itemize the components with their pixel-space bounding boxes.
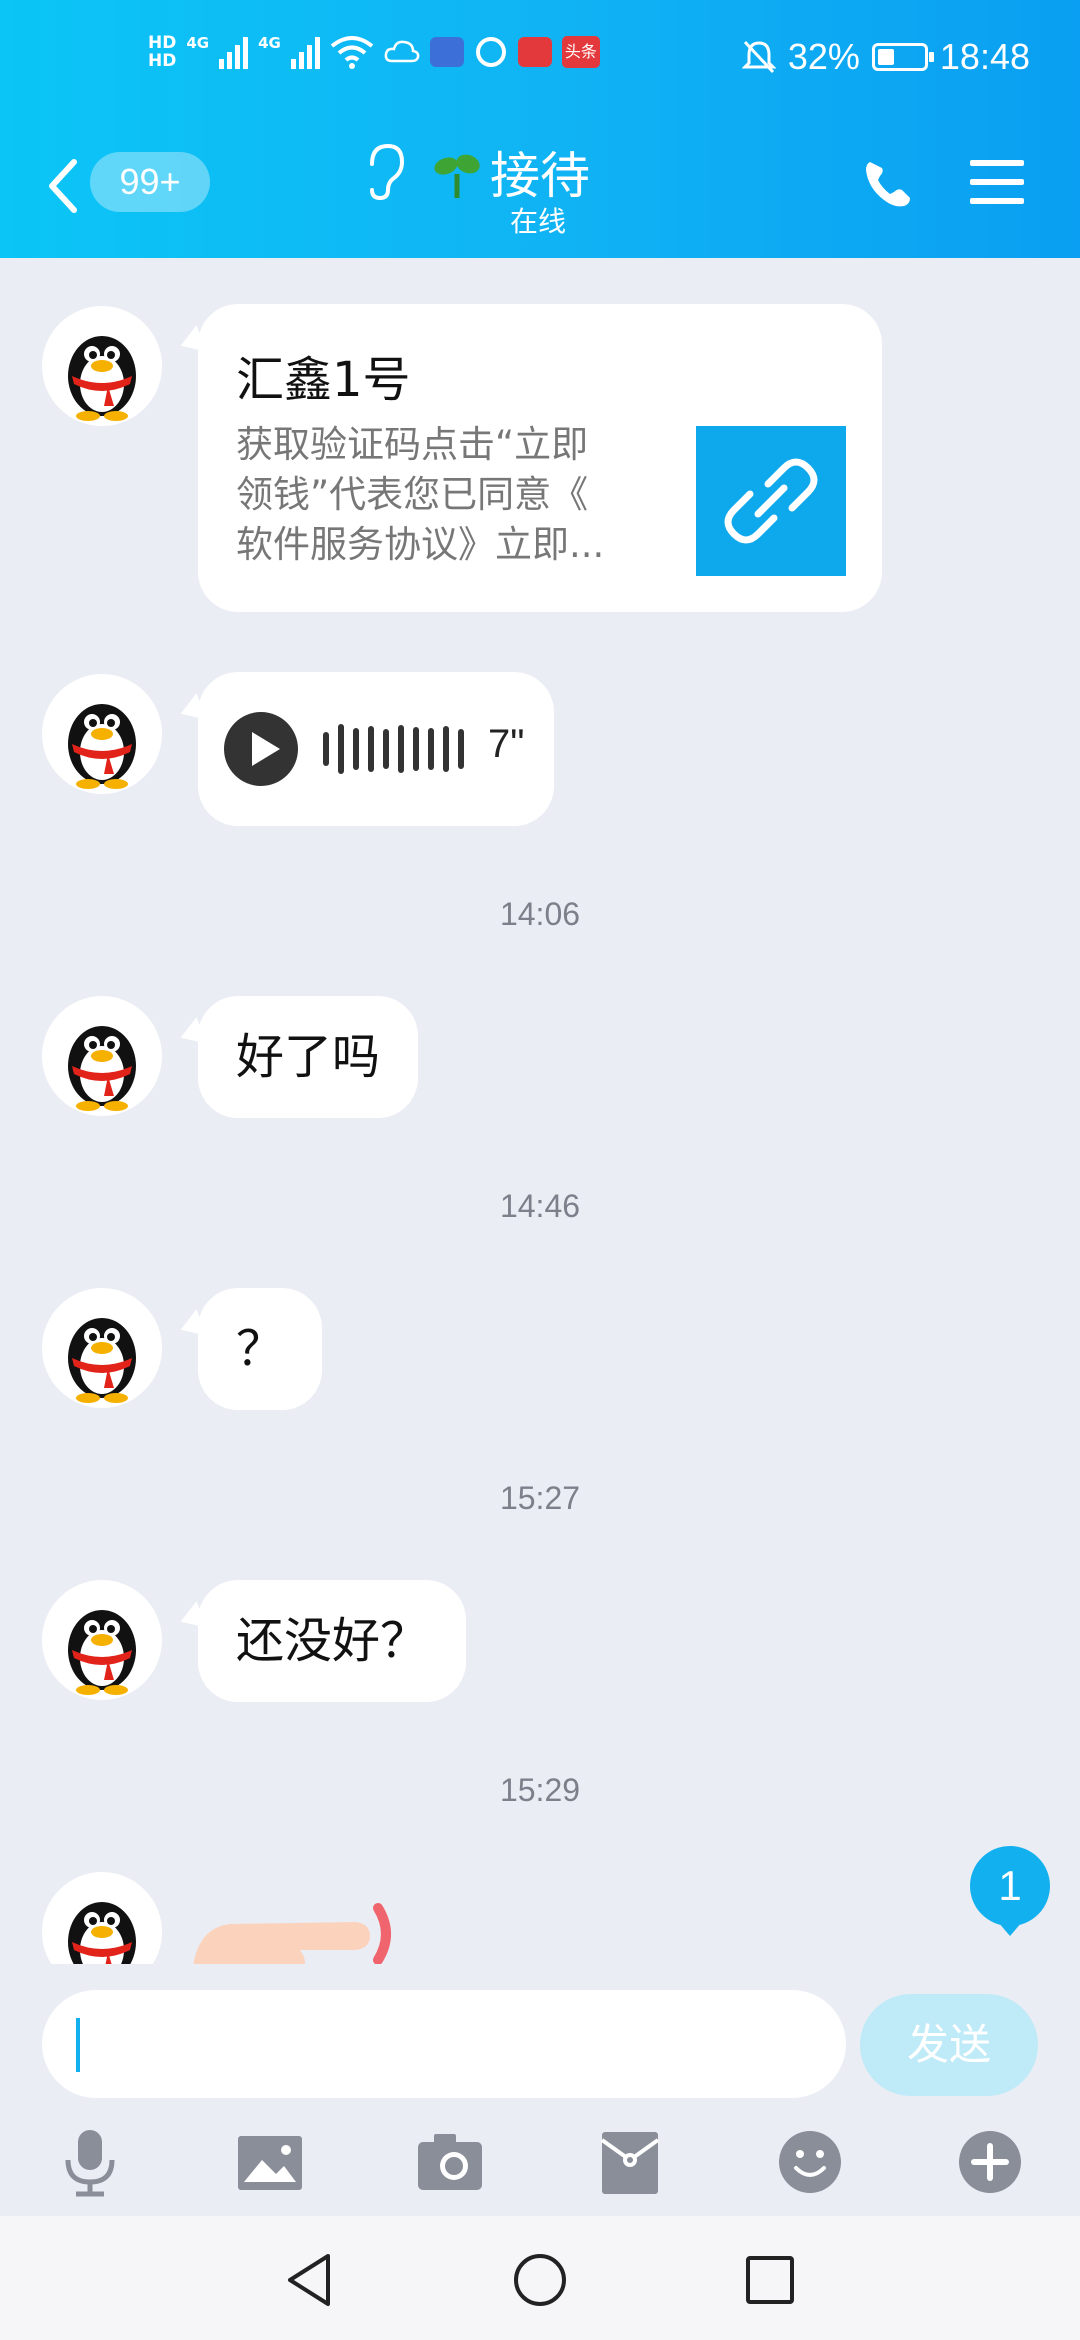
nav-recents-icon[interactable] (740, 2250, 800, 2310)
camera-icon[interactable] (414, 2126, 486, 2198)
cloud-icon (384, 40, 420, 63)
plus-icon[interactable] (954, 2126, 1026, 2198)
message-input[interactable] (42, 1990, 846, 2098)
top-bar: HD HD 4G 4G 头条 32% 18:48 99+ 接待 在线 (0, 0, 1080, 258)
penguin-avatar-icon (68, 1610, 136, 1695)
input-toolbar (0, 2116, 1080, 2216)
image-icon[interactable] (234, 2126, 306, 2198)
card-description: 获取验证码点击“立即 领钱”代表您已同意《 软件服务协议》立即... (236, 423, 605, 566)
contact-avatar[interactable] (42, 1288, 162, 1408)
chat-title: 接待 (490, 147, 590, 205)
presence-status: 在线 (510, 205, 567, 238)
timestamp: 15:27 (499, 1480, 581, 1516)
microphone-icon[interactable] (54, 2126, 126, 2198)
link-icon (724, 458, 818, 544)
mute-bell-icon (741, 40, 776, 74)
text-message[interactable]: 好了吗 (198, 996, 419, 1118)
new-message-badge[interactable]: 1 (970, 1846, 1050, 1936)
send-button[interactable]: 发送 (860, 1994, 1038, 2096)
card-thumbnail (696, 426, 846, 576)
battery-percent: 32% (787, 36, 860, 77)
play-icon (252, 732, 280, 766)
signal-icon (219, 35, 249, 69)
finger-poke-sticker-icon[interactable] (190, 1894, 410, 1964)
contact-avatar[interactable] (42, 1872, 162, 1964)
unread-count-badge[interactable]: 99+ (90, 152, 210, 212)
app-notification-icon (475, 37, 506, 67)
sprout-icon (434, 154, 480, 198)
penguin-avatar-icon (68, 336, 136, 421)
status-bar: HD HD 4G 4G 头条 32% 18:48 (148, 33, 1030, 77)
penguin-avatar-icon (68, 704, 136, 789)
hd-indicator: HD HD (148, 33, 177, 71)
nav-home-icon[interactable] (510, 2250, 570, 2310)
menu-icon[interactable] (970, 158, 1024, 206)
contact-avatar[interactable] (42, 306, 162, 426)
play-button[interactable] (224, 712, 298, 786)
nav-back-icon[interactable] (280, 2250, 340, 2310)
card-title: 汇鑫1号 (236, 352, 411, 408)
wifi-icon (330, 36, 374, 69)
contact-avatar[interactable] (42, 674, 162, 794)
text-message[interactable]: ？ (198, 1288, 323, 1410)
video-app-icon (517, 37, 552, 67)
input-area: 发送 (0, 1966, 1080, 2216)
system-nav-bar (0, 2216, 1080, 2340)
clock: 18:48 (939, 36, 1030, 77)
red-packet-icon[interactable] (594, 2126, 666, 2198)
wallet-app-icon (429, 37, 464, 67)
text-message[interactable]: 还没好？ (198, 1580, 467, 1702)
timestamp: 14:06 (499, 896, 581, 932)
penguin-avatar-icon (68, 1902, 136, 1964)
contact-avatar[interactable] (42, 996, 162, 1116)
partial-message-row (0, 1870, 1080, 1964)
battery-icon (871, 43, 934, 71)
nav-bar: 99+ 接待 在线 (0, 130, 1080, 240)
penguin-avatar-icon (68, 1026, 136, 1111)
voice-duration: 7" (488, 722, 525, 766)
link-card-message[interactable]: 汇鑫1号 获取验证码点击“立即 领钱”代表您已同意《 软件服务协议》立即... (198, 304, 882, 612)
news-app-icon: 头条 (561, 36, 600, 68)
text-cursor (76, 2018, 80, 2072)
back-button[interactable] (44, 156, 84, 216)
phone-icon[interactable] (862, 156, 916, 210)
signal-icon (290, 35, 320, 69)
waveform-icon (323, 724, 464, 774)
ear-icon[interactable] (362, 142, 406, 202)
voice-message[interactable]: 7" (198, 672, 554, 826)
timestamp: 15:29 (499, 1772, 581, 1808)
penguin-avatar-icon (68, 1318, 136, 1403)
emoji-icon[interactable] (774, 2126, 846, 2198)
contact-avatar[interactable] (42, 1580, 162, 1700)
chevron-left-icon (49, 159, 77, 213)
timestamp: 14:46 (499, 1188, 581, 1224)
